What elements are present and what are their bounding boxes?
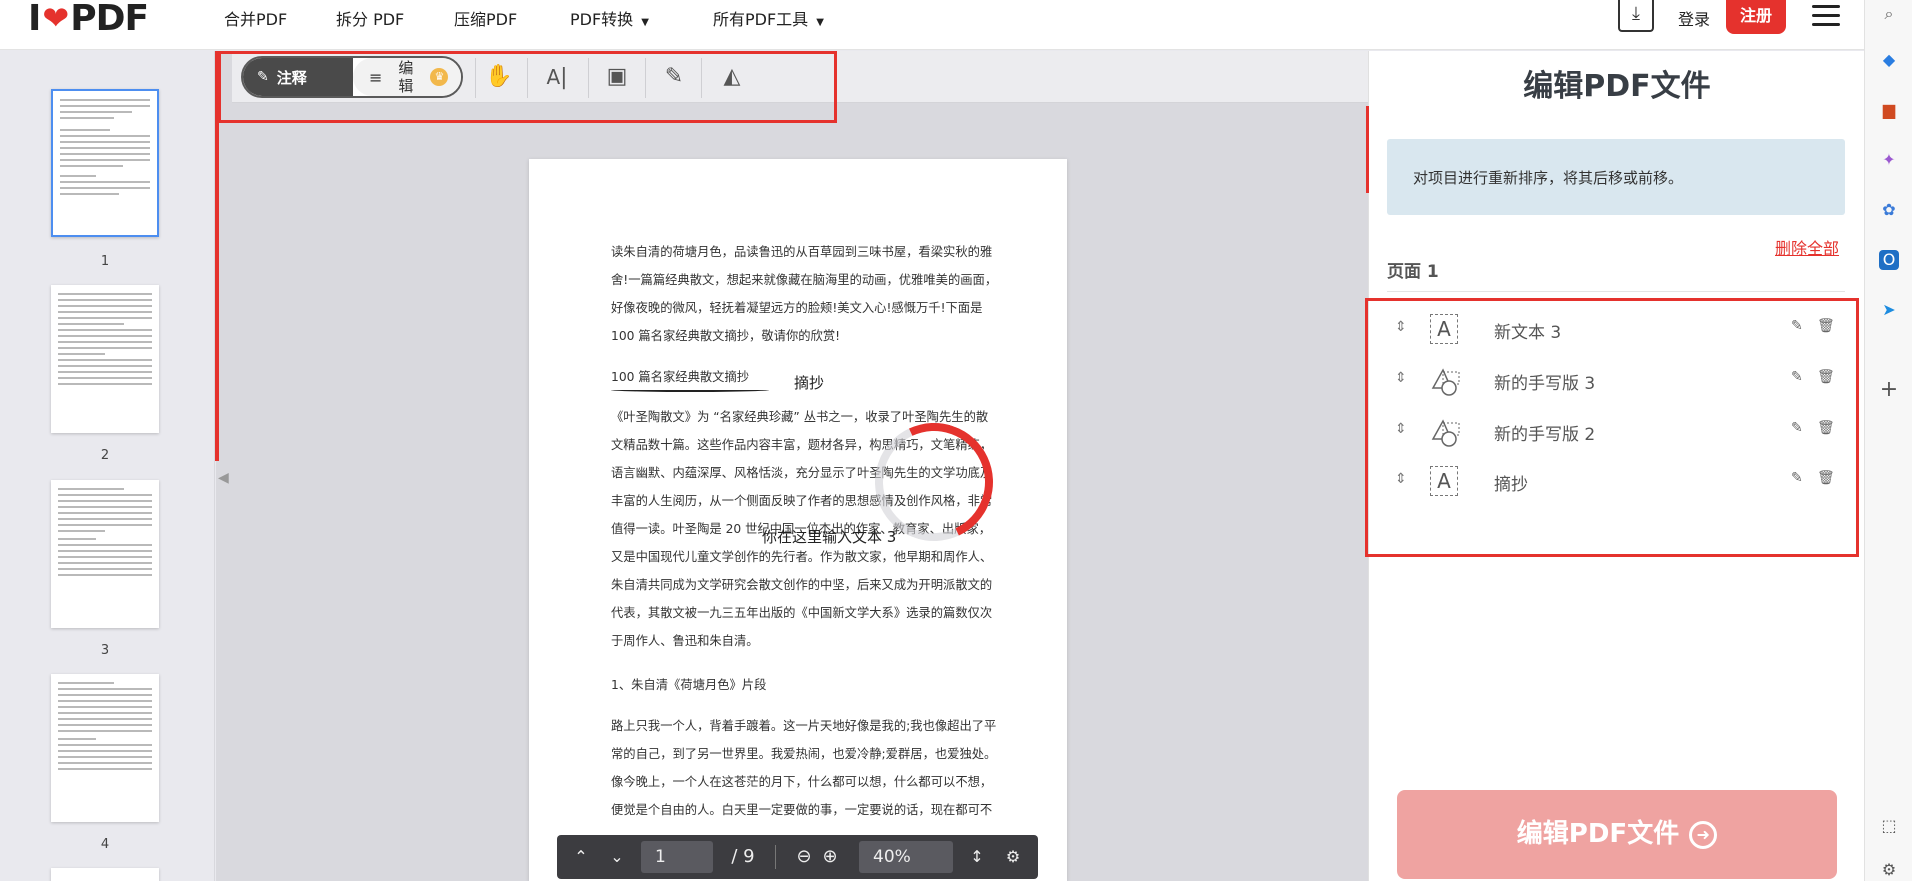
fit-height-icon[interactable]: ↕ (967, 835, 987, 879)
arrow-right-circle-icon: ➜ (1689, 820, 1718, 849)
send-icon[interactable]: ➤ (1879, 300, 1899, 320)
edit-pdf-submit-button[interactable]: 编辑PDF文件 ➜ (1397, 790, 1837, 879)
copilot-icon[interactable]: ✿ (1879, 200, 1899, 220)
toolbar-highlight-box (218, 51, 837, 123)
nav-compress-pdf[interactable]: 压缩PDF (454, 6, 517, 30)
zoom-level[interactable]: 40% (859, 841, 953, 873)
annotation-text-excerpt[interactable]: 摘抄 (794, 372, 824, 393)
freehand-underline[interactable] (611, 388, 769, 392)
top-nav: I ❤ PDF 合并PDF 拆分 PDF 压缩PDF PDF转换 ▼ 所有PDF工具 ▼… (0, 0, 1864, 50)
login-link[interactable]: 登录 (1678, 6, 1710, 30)
nav-convert-label: PDF转换 (570, 10, 634, 29)
panel-title: 编辑PDF文件 (1523, 69, 1711, 104)
download-desktop-icon[interactable]: ⤓ (1618, 0, 1654, 32)
panel-left-edge (1366, 106, 1369, 193)
page-thumbnail[interactable] (51, 868, 159, 881)
pdf-page[interactable]: 读朱自清的荷塘月色，品读鲁迅的从百草园到三味书屋，看梁实秋的雅 舍!一篇篇经典散… (529, 159, 1067, 881)
caret-down-icon: ▼ (641, 17, 649, 28)
caret-down-icon: ▼ (816, 17, 824, 28)
settings-icon[interactable]: ⚙ (1879, 860, 1899, 880)
browser-sidebar: ⌕ ◆ ▆ ✦ ✿ O ➤ + ⬚ ⚙ (1864, 0, 1912, 881)
nav-split-pdf[interactable]: 拆分 PDF (336, 6, 404, 30)
nav-all-tools-label: 所有PDF工具 (713, 10, 809, 29)
pager-divider (775, 845, 776, 869)
paragraph-intro: 读朱自清的荷塘月色，品读鲁迅的从百草园到三味书屋，看梁实秋的雅 舍!一篇篇经典散… (611, 245, 998, 343)
thumbnail-number: 2 (100, 448, 110, 463)
zoom-in-icon[interactable]: ⊕ (819, 835, 841, 879)
toolbox-icon[interactable]: ▆ (1879, 100, 1899, 120)
page-thumbnail[interactable] (51, 285, 159, 433)
page-thumbnail[interactable] (51, 674, 159, 822)
page-group-label: 页面 1 (1387, 262, 1439, 282)
chevron-down-icon[interactable]: ⌄ (607, 835, 627, 879)
page-thumbnail[interactable] (51, 89, 159, 237)
logo-i: I (28, 0, 41, 39)
tag-icon[interactable]: ◆ (1879, 50, 1899, 70)
page-settings-icon[interactable]: ⚙ (1001, 835, 1025, 879)
divider (1387, 291, 1845, 292)
nav-convert-pdf[interactable]: PDF转换 ▼ (570, 6, 649, 30)
info-message: 对项目进行重新排序，将其后移或前移。 (1387, 139, 1845, 215)
signup-button[interactable]: 注册 (1726, 0, 1786, 34)
chevron-up-icon[interactable]: ⌃ (571, 835, 591, 879)
paragraph-hetang: 路上只我一个人，背着手踱着。这一片天地好像是我的;我也像超出了平 常的自己，到了… (611, 719, 997, 817)
outlook-icon[interactable]: O (1879, 250, 1899, 270)
annotation-list-highlight-box (1365, 298, 1859, 557)
ilovepdf-logo[interactable]: I ❤ PDF (28, 0, 149, 39)
thumbnail-number: 1 (100, 254, 110, 269)
nav-merge-pdf[interactable]: 合并PDF (224, 6, 287, 30)
search-icon[interactable]: ⌕ (1879, 4, 1899, 24)
submit-label: 编辑PDF文件 (1516, 819, 1680, 849)
zoom-out-icon[interactable]: ⊖ (793, 835, 815, 879)
heading-excerpt: 100 篇名家经典散文摘抄 (611, 370, 750, 384)
thumbnail-number: 4 (100, 837, 110, 852)
page-number-input[interactable]: 1 (641, 841, 713, 873)
page-total: / 9 (731, 846, 755, 867)
heart-icon: ❤ (42, 0, 69, 37)
hamburger-menu-icon[interactable] (1812, 5, 1840, 27)
collapse-thumbnails-icon[interactable]: ◀ (218, 470, 229, 486)
screenshot-icon[interactable]: ⬚ (1879, 816, 1899, 836)
logo-pdf: PDF (70, 0, 149, 39)
page-navigator: ⌃ ⌄ 1 / 9 ⊖ ⊕ 40% ↕ ⚙ (557, 835, 1038, 879)
nav-all-tools[interactable]: 所有PDF工具 ▼ (713, 6, 824, 30)
designer-icon[interactable]: ✦ (1879, 150, 1899, 170)
section-heading: 1、朱自清《荷塘月色》片段 (611, 678, 767, 692)
add-icon[interactable]: + (1879, 379, 1899, 401)
page-thumbnail[interactable] (51, 480, 159, 628)
delete-all-link[interactable]: 删除全部 (1775, 235, 1839, 259)
annotation-text-placeholder[interactable]: 你在这里输入文本 3 (762, 526, 896, 547)
thumbnail-number: 3 (100, 643, 110, 658)
